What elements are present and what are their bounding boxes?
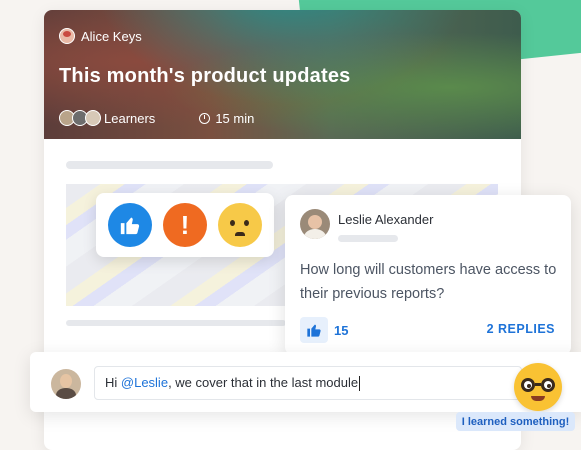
comment-text: How long will customers have access to t… xyxy=(300,262,557,302)
text-placeholder xyxy=(338,235,398,242)
replies-link[interactable]: 2 REPLIES xyxy=(487,322,555,336)
reply-text: , we cover that in the last module xyxy=(168,375,359,390)
thumbs-up-icon xyxy=(300,317,328,343)
worried-emoji-icon[interactable] xyxy=(218,203,263,247)
author-avatar xyxy=(59,28,75,44)
mention[interactable]: @Leslie xyxy=(121,375,168,390)
like-count: 15 xyxy=(334,322,349,338)
avatar xyxy=(85,110,101,126)
text-placeholder xyxy=(66,161,273,169)
learner-avatars[interactable] xyxy=(59,110,101,126)
reply-input[interactable]: Hi @Leslie, we cover that in the last mo… xyxy=(94,366,522,400)
reply-prefix: Hi xyxy=(105,375,121,390)
clock-icon xyxy=(199,112,211,124)
comment-card: Leslie Alexander How long will customers… xyxy=(285,195,571,355)
avatar[interactable] xyxy=(300,209,330,239)
post-author[interactable]: Alice Keys xyxy=(59,28,142,44)
alert-icon[interactable]: ! xyxy=(162,203,207,247)
reply-composer: Hi @Leslie, we cover that in the last mo… xyxy=(30,352,581,412)
learned-something-badge[interactable]: I learned something! xyxy=(456,412,575,431)
thumbs-up-icon[interactable] xyxy=(107,203,152,247)
duration: 15 min xyxy=(215,110,255,126)
learners-label[interactable]: Learners xyxy=(104,111,155,126)
nerd-emoji-icon[interactable] xyxy=(514,363,562,411)
post-meta: Learners 15 min xyxy=(59,110,254,126)
text-placeholder xyxy=(66,320,286,326)
text-caret xyxy=(359,376,361,392)
reaction-picker: ! xyxy=(96,193,274,257)
post-title: This month's product updates xyxy=(59,65,351,87)
comment-like-button[interactable]: 15 xyxy=(300,317,348,343)
avatar xyxy=(51,369,81,399)
comment-author[interactable]: Leslie Alexander xyxy=(338,212,433,227)
post-header: Alice Keys This month's product updates … xyxy=(44,10,521,139)
author-name: Alice Keys xyxy=(81,28,142,44)
